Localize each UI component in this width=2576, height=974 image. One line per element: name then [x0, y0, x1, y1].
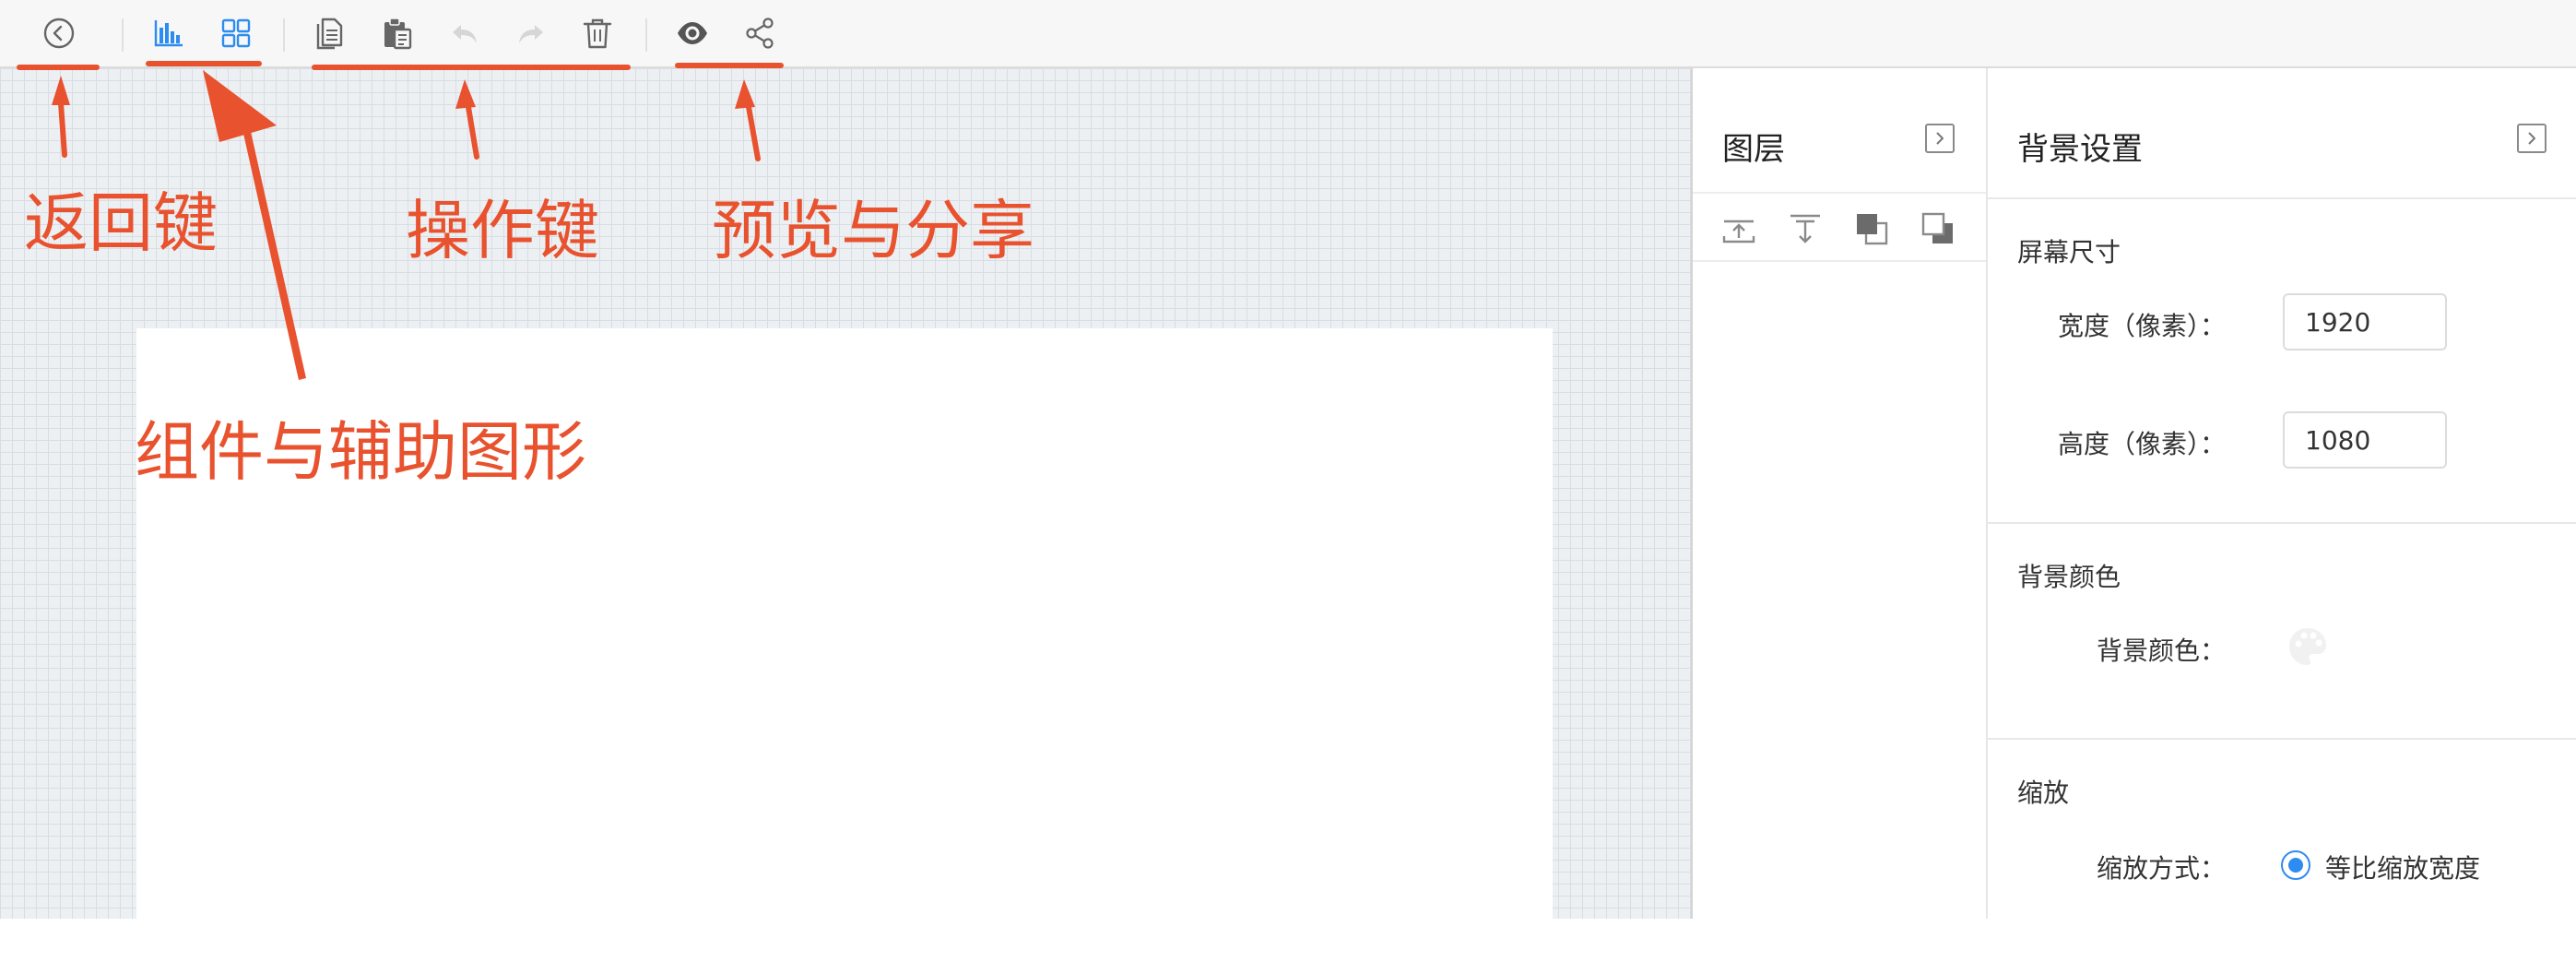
- paste-icon: [384, 18, 412, 50]
- grid-button[interactable]: [216, 13, 256, 53]
- annotation-underline: [312, 65, 631, 70]
- copy-icon: [316, 18, 343, 50]
- eye-icon: [678, 22, 707, 44]
- bring-to-front-icon: [1857, 214, 1888, 245]
- zoom-mode-radio[interactable]: [2281, 850, 2310, 880]
- radio-selected-dot: [2288, 858, 2303, 873]
- toolbar-separator: [122, 18, 124, 52]
- back-circle-icon: [43, 18, 75, 49]
- delete-button[interactable]: [577, 13, 618, 53]
- annotation-components: 组件与辅助图形: [135, 414, 586, 490]
- undo-button[interactable]: [444, 13, 485, 53]
- zoom-mode-label: 缩放方式：: [2096, 853, 2226, 884]
- share-icon: [746, 18, 774, 49]
- divider: [1988, 522, 2576, 524]
- back-button[interactable]: [39, 13, 79, 53]
- divider: [1988, 197, 2576, 199]
- bar-chart-icon: [154, 20, 183, 47]
- annotation-preview-share: 预览与分享: [712, 193, 1034, 268]
- move-down-icon: [1790, 214, 1820, 244]
- annotation-underline: [146, 61, 262, 66]
- paste-button[interactable]: [377, 13, 418, 53]
- toolbar-separator: [645, 18, 647, 52]
- palette-icon: [2289, 628, 2326, 665]
- settings-panel-collapse-button[interactable]: [2517, 124, 2546, 153]
- settings-panel-title: 背景设置: [2017, 131, 2143, 168]
- width-label: 宽度（像素）：: [2057, 311, 2226, 341]
- screen-size-section-title: 屏幕尺寸: [2017, 237, 2121, 267]
- divider: [1988, 738, 2576, 740]
- redo-icon: [519, 25, 543, 43]
- height-input[interactable]: [2283, 411, 2447, 469]
- move-up-icon: [1722, 220, 1755, 244]
- layer-panel: 图层: [1693, 68, 1988, 919]
- send-to-back-button[interactable]: [1918, 208, 1958, 249]
- background-color-section-title: 背景颜色: [2017, 562, 2121, 592]
- components-button[interactable]: [148, 13, 189, 53]
- height-label: 高度（像素）：: [2057, 429, 2226, 459]
- toolbar-separator: [283, 18, 285, 52]
- annotation-underline: [17, 65, 100, 70]
- preview-button[interactable]: [672, 13, 713, 53]
- layer-panel-collapse-button[interactable]: [1925, 124, 1955, 153]
- chevron-right-icon: [1936, 132, 1944, 145]
- zoom-mode-option-label: 等比缩放宽度: [2325, 853, 2481, 884]
- send-to-back-icon: [1921, 212, 1953, 244]
- grid-icon: [221, 18, 251, 48]
- settings-panel: 背景设置 屏幕尺寸 宽度（像素）： 高度（像素）： 背景颜色 背景颜色： 缩放 …: [1988, 68, 2576, 919]
- annotation-operations: 操作键: [406, 193, 599, 268]
- width-input[interactable]: [2283, 293, 2447, 350]
- layer-panel-title: 图层: [1722, 131, 1785, 168]
- share-button[interactable]: [739, 13, 780, 53]
- zoom-section-title: 缩放: [2017, 778, 2070, 808]
- toolbar: [0, 0, 2576, 68]
- redo-button[interactable]: [511, 13, 551, 53]
- layer-toolbar: [1693, 192, 1986, 262]
- bring-to-front-button[interactable]: [1851, 208, 1892, 249]
- copy-button[interactable]: [311, 13, 351, 53]
- annotation-back: 返回键: [24, 185, 218, 261]
- background-color-label: 背景颜色：: [2096, 635, 2226, 666]
- chevron-right-icon: [2528, 132, 2535, 145]
- move-layer-up-button[interactable]: [1719, 208, 1759, 249]
- move-layer-down-button[interactable]: [1785, 208, 1826, 249]
- annotation-underline: [675, 63, 784, 68]
- trash-icon: [583, 18, 612, 49]
- undo-icon: [453, 25, 477, 43]
- color-palette-picker[interactable]: [2286, 625, 2329, 668]
